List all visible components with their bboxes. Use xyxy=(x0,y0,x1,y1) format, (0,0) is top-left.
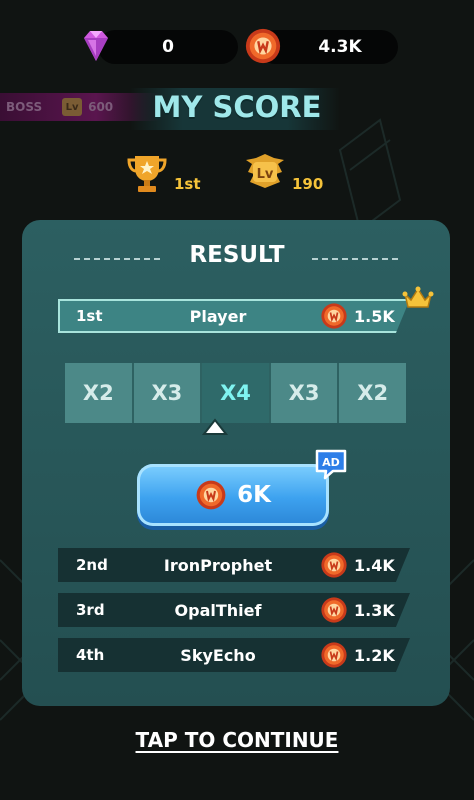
tap-to-continue[interactable]: TAP TO CONTINUE xyxy=(0,728,474,752)
coin-icon xyxy=(321,303,347,329)
leaderboard-row: 3rd OpalThief 1.3K xyxy=(58,593,410,627)
level-badge-icon: Lv xyxy=(246,154,284,188)
gem-counter: 0 xyxy=(98,30,238,64)
multiplier-x4: X4 xyxy=(202,363,271,423)
coin-icon xyxy=(321,552,347,578)
player-row: 1st Player 1.5K xyxy=(58,299,410,333)
level-value: 190 xyxy=(292,175,324,193)
rank-value: 1st xyxy=(174,175,201,193)
multiplier-x3-right: X3 xyxy=(270,363,340,423)
multiplier-x2-right: X2 xyxy=(339,363,406,423)
gem-count: 0 xyxy=(162,37,174,57)
coin-count: 4.3K xyxy=(318,37,362,57)
page-title: MY SCORE xyxy=(152,90,322,124)
claim-reward-button[interactable]: 6K xyxy=(137,464,329,526)
ad-badge-text: AD xyxy=(322,456,340,469)
gem-icon xyxy=(84,31,108,61)
row-coins: 1.2K xyxy=(354,645,395,665)
ad-video-icon: AD xyxy=(315,449,347,480)
result-card xyxy=(22,220,450,706)
row-coins: 1.3K xyxy=(354,600,395,620)
coin-icon xyxy=(196,480,226,510)
reward-amount: 6K xyxy=(237,482,271,508)
level-badge-text: Lv xyxy=(257,167,274,182)
coin-icon xyxy=(321,642,347,668)
result-title: RESULT xyxy=(189,242,285,268)
multiplier-x3-left: X3 xyxy=(133,363,203,423)
multiplier-strip: X2 X3 X4 X3 X2 xyxy=(65,363,406,423)
crown-icon xyxy=(402,286,434,308)
level-stat: Lv 190 xyxy=(242,148,323,198)
row-coins: 1.4K xyxy=(354,555,395,575)
multiplier-pointer-icon xyxy=(202,418,228,435)
multiplier-x2-left: X2 xyxy=(65,363,134,423)
coin-icon xyxy=(245,28,281,64)
trophy-icon xyxy=(127,156,167,192)
leaderboard-row: 4th SkyEcho 1.2K xyxy=(58,638,410,672)
player-coins: 1.5K xyxy=(354,306,395,326)
leaderboard-row: 2nd IronProphet 1.4K xyxy=(58,548,410,582)
rank-stat: 1st xyxy=(124,148,201,198)
coin-icon xyxy=(321,597,347,623)
